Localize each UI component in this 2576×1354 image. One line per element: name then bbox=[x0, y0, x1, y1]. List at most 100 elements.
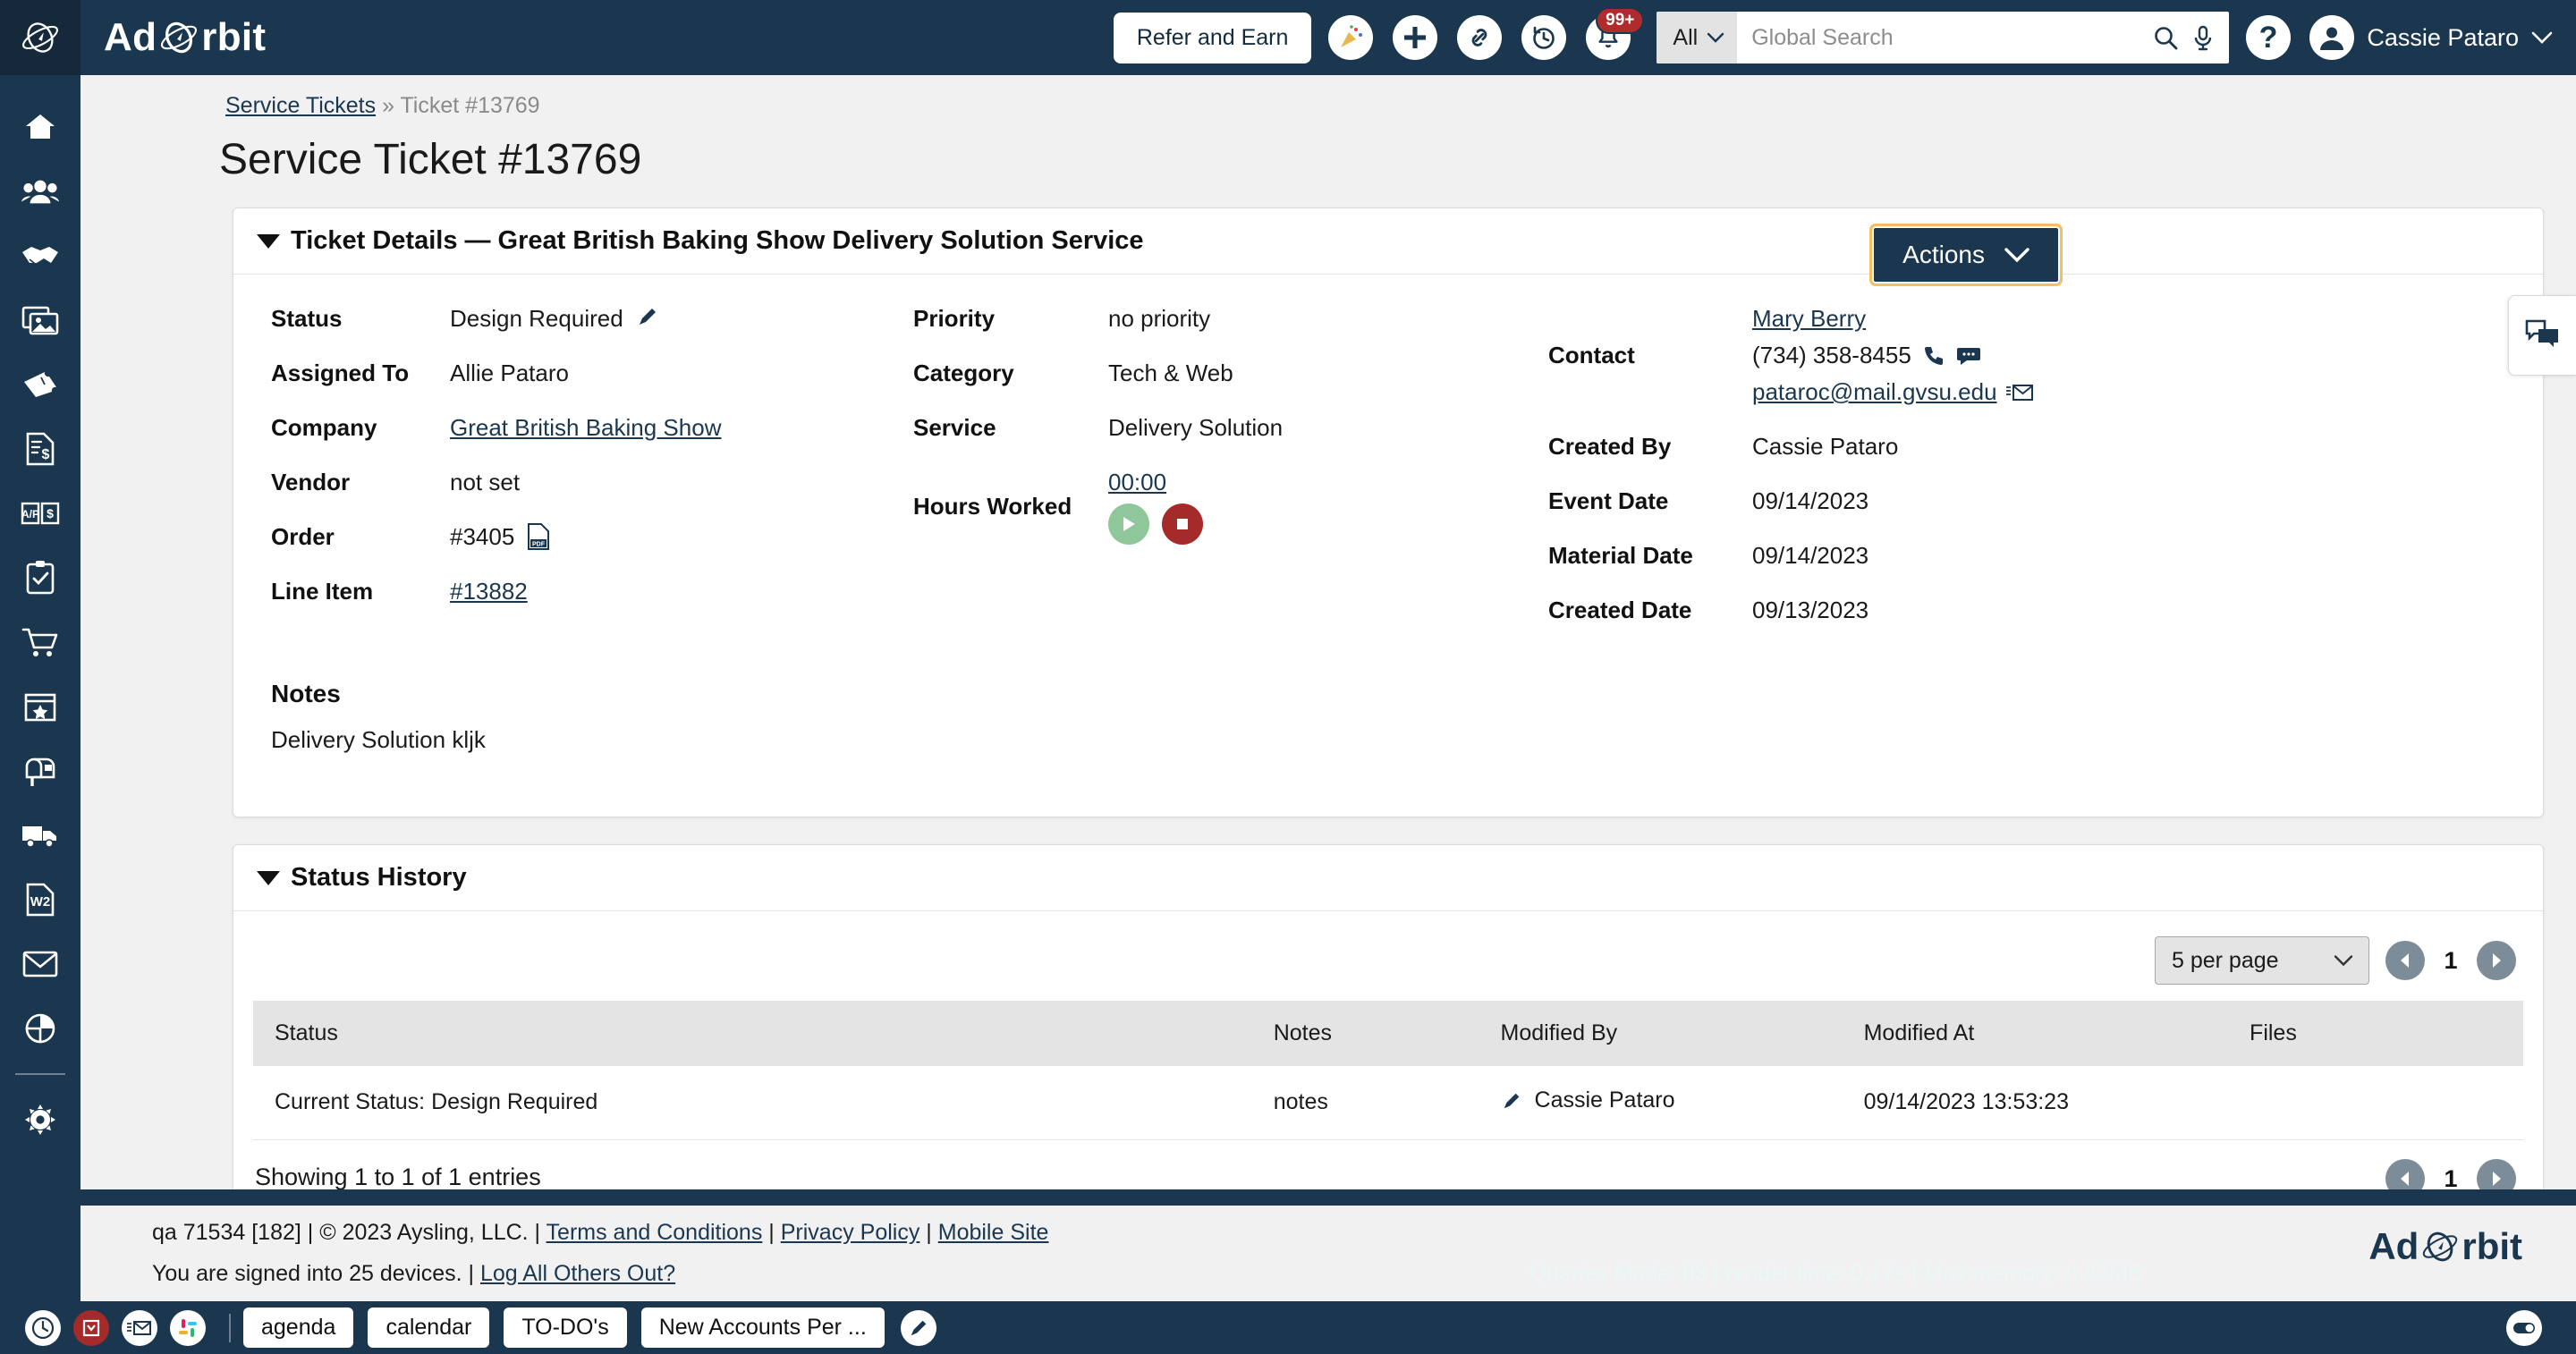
sidebar-item-mailbox[interactable] bbox=[0, 739, 80, 803]
pagination-next-button[interactable] bbox=[2477, 941, 2516, 980]
sidebar-item-payroll[interactable]: W2 bbox=[0, 867, 80, 932]
sidebar-item-sales[interactable] bbox=[0, 224, 80, 288]
footer-debug-stats: Queries Made: 83 | render time: 0.17s | … bbox=[1530, 1261, 2143, 1286]
bell-icon[interactable]: 99+ bbox=[1583, 7, 1645, 63]
taskbar-button-new-accounts[interactable]: New Accounts Per ... bbox=[640, 1307, 885, 1348]
link-icon[interactable] bbox=[1454, 13, 1504, 63]
pagination-prev-button[interactable] bbox=[2385, 941, 2425, 980]
mailbox-icon bbox=[25, 757, 55, 786]
help-icon[interactable]: ? bbox=[2243, 13, 2293, 63]
column-header-notes[interactable]: Notes bbox=[1251, 1001, 1479, 1066]
stop-icon[interactable] bbox=[1162, 504, 1203, 545]
collapse-caret-icon[interactable] bbox=[257, 233, 280, 249]
status-history-footer: Showing 1 to 1 of 1 entries 1 bbox=[233, 1140, 2543, 1189]
pencil-circle-icon[interactable] bbox=[899, 1308, 938, 1348]
inbox-red-icon[interactable] bbox=[72, 1308, 111, 1348]
hours-worked-value[interactable]: 00:00 bbox=[1108, 469, 1166, 496]
sidebar-item-media[interactable] bbox=[0, 288, 80, 352]
per-page-select[interactable]: 5 per page bbox=[2155, 936, 2369, 985]
users-icon bbox=[21, 180, 59, 204]
page-title: Service Ticket #13769 bbox=[219, 136, 642, 183]
envelope-icon bbox=[22, 951, 58, 977]
contact-email-link[interactable]: pataroc@mail.gvsu.edu bbox=[1752, 378, 1997, 406]
chat-bubbles-icon bbox=[2525, 319, 2558, 347]
chevron-left-circle-icon bbox=[2401, 1172, 2409, 1186]
line-item-link[interactable]: #13882 bbox=[450, 578, 528, 605]
footer-link-log-all-out[interactable]: Log All Others Out? bbox=[480, 1261, 675, 1286]
search-icon[interactable] bbox=[2152, 24, 2179, 51]
brand-wordmark[interactable]: Ad rbit bbox=[104, 15, 266, 60]
sidebar-divider bbox=[15, 1073, 65, 1075]
footer-logo-rbit: rbit bbox=[2462, 1225, 2522, 1267]
phone-icon[interactable] bbox=[1922, 344, 1945, 368]
sidebar-item-reports[interactable] bbox=[0, 996, 80, 1061]
contact-phone-row: (734) 358-8455 bbox=[1752, 342, 1981, 369]
user-name-label: Cassie Pataro bbox=[2367, 23, 2519, 51]
footer-link-terms[interactable]: Terms and Conditions bbox=[547, 1220, 763, 1245]
sidebar-item-tasks[interactable] bbox=[0, 546, 80, 610]
field-label-material-date: Material Date bbox=[1548, 542, 1693, 569]
footer-pagination-next-button[interactable] bbox=[2477, 1159, 2516, 1189]
pencil-icon[interactable] bbox=[636, 305, 659, 328]
footer-link-mobile-site[interactable]: Mobile Site bbox=[938, 1220, 1049, 1245]
sidebar-item-orders[interactable] bbox=[0, 610, 80, 674]
sidebar-item-events[interactable] bbox=[0, 674, 80, 739]
sidebar-item-email[interactable] bbox=[0, 932, 80, 996]
collapse-caret-icon[interactable] bbox=[257, 870, 280, 885]
column-header-status[interactable]: Status bbox=[253, 1001, 1252, 1066]
taskbar-button-todos[interactable]: TO-DO's bbox=[504, 1307, 627, 1348]
play-icon[interactable] bbox=[1108, 504, 1149, 545]
footer-logo: Ad rbit bbox=[2368, 1225, 2522, 1268]
footer-pagination-prev-button[interactable] bbox=[2385, 1159, 2425, 1189]
column-header-modified-at[interactable]: Modified At bbox=[1842, 1001, 2229, 1066]
clipboard-check-icon bbox=[26, 561, 55, 595]
taskbar-button-calendar[interactable]: calendar bbox=[368, 1307, 490, 1348]
notes-text: Delivery Solution kljk bbox=[271, 726, 486, 753]
field-value-service: Delivery Solution bbox=[1108, 414, 1284, 441]
column-header-modified-by[interactable]: Modified By bbox=[1479, 1001, 1843, 1066]
search-scope-dropdown[interactable]: All bbox=[1657, 12, 1738, 63]
taskbar-button-agenda[interactable]: agenda bbox=[243, 1307, 354, 1348]
refer-and-earn-button[interactable]: Refer and Earn bbox=[1113, 12, 1312, 63]
field-label-category: Category bbox=[913, 360, 1014, 386]
sidebar-item-settings[interactable] bbox=[0, 1087, 80, 1152]
footer-link-privacy[interactable]: Privacy Policy bbox=[781, 1220, 920, 1245]
history-clock-icon[interactable] bbox=[1519, 13, 1569, 63]
w2-document-icon: W2 bbox=[26, 883, 55, 917]
field-label-event-date: Event Date bbox=[1548, 487, 1669, 514]
microphone-icon[interactable] bbox=[2191, 24, 2215, 51]
slack-icon[interactable] bbox=[168, 1308, 208, 1348]
column-header-files[interactable]: Files bbox=[2228, 1001, 2523, 1066]
user-menu[interactable]: Cassie Pataro bbox=[2309, 15, 2553, 60]
clock-icon[interactable] bbox=[23, 1308, 63, 1348]
footer-sep-1: | bbox=[768, 1220, 775, 1245]
chat-tab-button[interactable] bbox=[2508, 295, 2576, 376]
app-logo-tile[interactable] bbox=[0, 0, 80, 75]
sidebar-item-distribution[interactable] bbox=[0, 803, 80, 867]
party-popper-icon[interactable] bbox=[1326, 13, 1376, 63]
invoice-dollar-icon: $ bbox=[26, 432, 55, 466]
sidebar-item-accounting[interactable]: A/P $ bbox=[0, 481, 80, 546]
field-value-assigned-to: Allie Pataro bbox=[450, 360, 569, 386]
mail-list-icon[interactable] bbox=[120, 1308, 159, 1348]
brand-text-rbit: rbit bbox=[201, 15, 267, 59]
sidebar-item-billing[interactable]: $ bbox=[0, 417, 80, 481]
ticket-details-header[interactable]: Ticket Details — Great British Baking Sh… bbox=[233, 208, 2543, 275]
pdf-icon[interactable]: PDF bbox=[527, 523, 550, 550]
table-row[interactable]: Current Status: Design Required notes Ca… bbox=[253, 1066, 2523, 1140]
envelope-icon[interactable] bbox=[2005, 383, 2033, 402]
status-history-header[interactable]: Status History bbox=[233, 845, 2543, 911]
company-link[interactable]: Great British Baking Show bbox=[450, 414, 721, 442]
pencil-icon[interactable] bbox=[1501, 1090, 1522, 1112]
contact-name-link[interactable]: Mary Berry bbox=[1752, 305, 1866, 333]
actions-button[interactable]: Actions bbox=[1869, 224, 2063, 286]
home-icon bbox=[26, 114, 55, 139]
plus-icon[interactable] bbox=[1390, 13, 1440, 63]
breadcrumb-link-service-tickets[interactable]: Service Tickets bbox=[225, 93, 376, 118]
sidebar-item-contacts[interactable] bbox=[0, 159, 80, 224]
search-input[interactable] bbox=[1737, 12, 2139, 63]
sidebar-item-home[interactable] bbox=[0, 95, 80, 159]
sidebar-item-tickets[interactable] bbox=[0, 352, 80, 417]
chat-bubble-icon[interactable] bbox=[1956, 345, 1981, 367]
toggle-switch-icon[interactable] bbox=[2504, 1308, 2544, 1348]
